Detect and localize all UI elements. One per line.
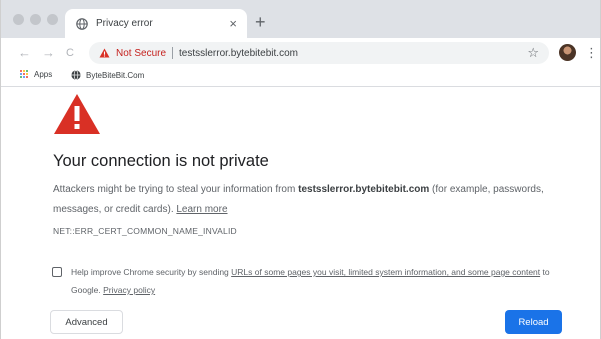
omnibox-divider [172,47,174,59]
warning-triangle-icon [54,94,100,134]
bookmark-apps-label: Apps [34,70,53,79]
advanced-button[interactable]: Advanced [50,310,123,334]
reload-button[interactable]: Reload [505,310,562,334]
bookmark-apps[interactable]: Apps [20,70,52,79]
improve-security-text: Help improve Chrome security by sending … [71,263,551,299]
warning-icon [99,48,110,58]
improve-prefix: Help improve Chrome security by sending [71,267,232,277]
bookmark-star-icon[interactable]: ☆ [527,45,539,61]
tab-strip: Privacy error × + [1,0,600,38]
explanation-prefix: Attackers might be trying to steal your … [53,184,299,195]
bookmark-bytebitebit[interactable]: ByteBiteBit.Com [71,70,144,80]
improve-security-checkbox[interactable] [52,267,62,277]
globe-icon [75,17,88,30]
error-code: NET::ERR_CERT_COMMON_NAME_INVALID [53,226,237,236]
close-window-dot[interactable] [13,14,24,25]
forward-button[interactable]: → [42,45,55,61]
not-secure-label[interactable]: Not Secure [116,48,166,59]
address-bar[interactable]: Not Secure testsslerror.bytebitebit.com … [89,42,549,64]
domain-name: testsslerror.bytebitebit.com [298,184,430,195]
tab-privacy-error[interactable]: Privacy error × [65,9,247,38]
new-tab-button[interactable]: + [255,13,266,31]
profile-avatar[interactable] [559,44,576,61]
privacy-policy-link[interactable]: Privacy policy [103,285,155,295]
tab-title: Privacy error [96,18,153,29]
toolbar: ← → C Not Secure testsslerror.bytebitebi… [1,38,600,68]
browser-window: Privacy error × + ← → C Not Secure tests… [0,0,601,339]
explanation-text: Attackers might be trying to steal your … [53,180,553,220]
back-button[interactable]: ← [18,45,31,61]
reload-icon[interactable]: C [66,45,74,61]
interstitial-page: Your connection is not private Attackers… [1,87,600,339]
menu-dots-icon[interactable]: ⋮ [585,45,598,61]
data-sent-link[interactable]: URLs of some pages you visit, limited sy… [231,267,540,277]
bookmarks-bar: Apps ByteBiteBit.Com [1,68,600,87]
learn-more-link[interactable]: Learn more [176,204,227,215]
maximize-window-dot[interactable] [47,14,58,25]
tab-close-icon[interactable]: × [229,17,237,30]
globe-icon [71,70,81,80]
bookmark-site-label: ByteBiteBit.Com [86,70,145,80]
page-title: Your connection is not private [53,152,269,170]
apps-grid-icon [20,70,29,79]
url-text[interactable]: testsslerror.bytebitebit.com [179,48,527,59]
minimize-window-dot[interactable] [30,14,41,25]
